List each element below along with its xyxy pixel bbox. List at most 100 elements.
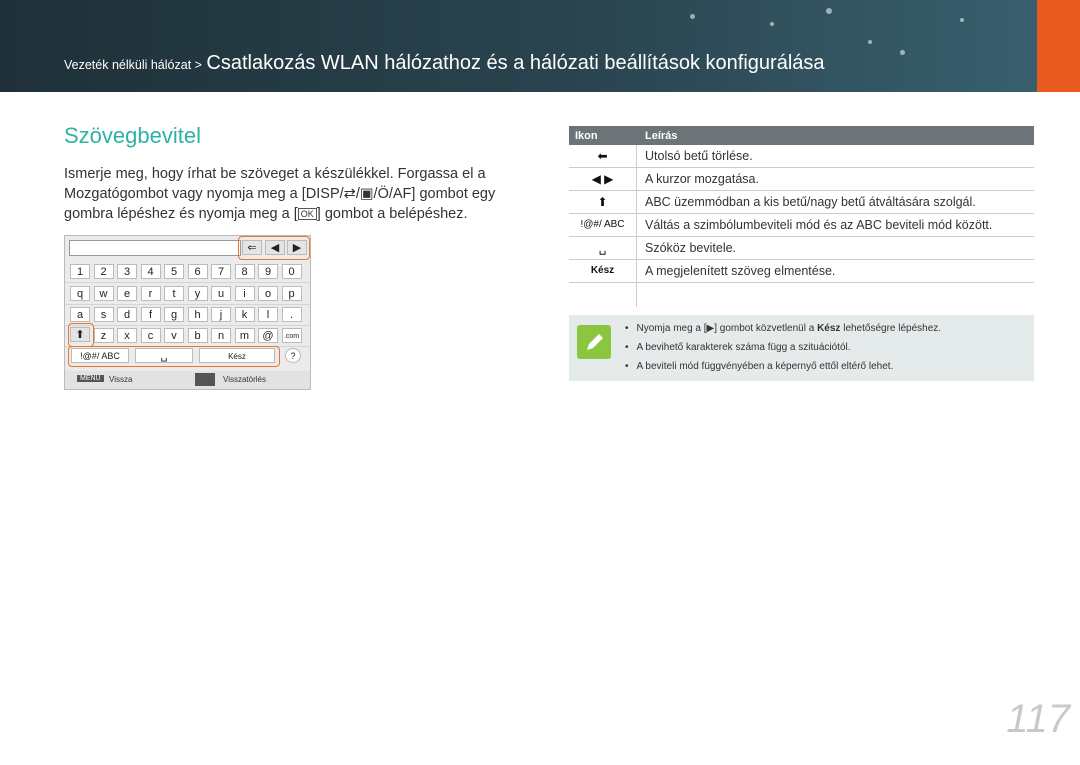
cursor-right-icon: ▶ [287, 240, 307, 255]
keyboard-key: o [258, 286, 278, 301]
keyboard-key: z [93, 328, 114, 343]
keyboard-row-divider [65, 282, 310, 283]
intro-line-2-post: ] gombot egy [411, 186, 496, 202]
keyboard-key: p [281, 286, 302, 301]
note-item: A beviteli mód függvényében a képernyő e… [625, 357, 941, 376]
backspace-icon: ⇐ [242, 240, 262, 255]
pencil-note-icon [577, 325, 611, 359]
page-header: Vezeték nélküli hálózat > Csatlakozás WL… [0, 0, 1080, 92]
keyboard-key: @ [258, 328, 278, 343]
table-description-cell: A kurzor mozgatása. [645, 172, 759, 186]
table-row: ◀ ▶ A kurzor mozgatása. [569, 168, 1034, 191]
column-header-icon: Ikon [575, 130, 598, 142]
text-input-box [69, 240, 241, 256]
table-row: Kész A megjelenített szöveg elmentése. [569, 260, 1034, 283]
keyboard-key: r [140, 286, 161, 301]
space-icon: ␣ [135, 348, 193, 363]
keyboard-key: 6 [187, 264, 208, 279]
keyboard-key: 4 [140, 264, 161, 279]
section-title: Szövegbevitel [64, 123, 201, 148]
keyboard-key: h [187, 307, 208, 322]
decor-dot [826, 8, 832, 14]
keyboard-key: l [258, 307, 278, 322]
keyboard-key: t [164, 286, 184, 301]
keyboard-key: x [117, 328, 137, 343]
keyboard-key: f [140, 307, 161, 322]
shift-icon: ⬆ [70, 327, 90, 342]
done-key: Kész [199, 348, 275, 363]
intro-line-3-post: ] gombot a belépéshez. [316, 206, 468, 222]
keyboard-key: 3 [117, 264, 137, 279]
table-icon-cell: ⬆ [597, 195, 608, 209]
help-icon: ? [285, 348, 301, 363]
keyboard-key: v [164, 328, 184, 343]
keyboard-key: . [281, 307, 302, 322]
note-item: A bevihető karakterek száma függ a szitu… [625, 338, 941, 357]
keyboard-key: 1 [70, 264, 90, 279]
breadcrumb-section: Vezeték nélküli hálózat > [64, 58, 202, 72]
table-row: !@#/ ABC Váltás a szimbólumbeviteli mód é… [569, 214, 1034, 237]
intro-paragraph: Ismerje meg, hogy írhat be szöveget a ké… [64, 164, 524, 224]
keyboard-key: n [211, 328, 231, 343]
table-description-cell: Szóköz bevitele. [645, 241, 737, 255]
keyboard-key: d [117, 307, 137, 322]
keyboard-key: j [211, 307, 231, 322]
column-divider [636, 145, 637, 307]
table-description-cell: Váltás a szimbólumbeviteli mód és az ABC… [645, 218, 993, 232]
keyboard-key: w [93, 286, 114, 301]
table-icon-cell: Kész [590, 265, 615, 276]
table-icon-cell: !@#/ ABC [580, 219, 625, 230]
breadcrumb-title: Csatlakozás WLAN hálózathoz és a hálózat… [206, 52, 825, 74]
note-text: lehetőségre lépéshez. [840, 323, 942, 334]
keyboard-key: c [140, 328, 161, 343]
keyboard-key: 9 [258, 264, 278, 279]
note-box: Nyomja meg a [▶] gombot közvetlenül a Ké… [569, 315, 1034, 381]
keyboard-key: 7 [211, 264, 231, 279]
keyboard-screen: ⇐ ◀ ▶ 1234567890 qwertyuiop asdfghjkl. zxcv… [64, 235, 311, 390]
keyboard-row-divider [65, 325, 310, 326]
back-label: Vissza [109, 375, 133, 384]
keyboard-key: g [164, 307, 184, 322]
intro-line-1: Ismerje meg, hogy írhat be szöveget a ké… [64, 166, 486, 182]
table-icon-cell: ⬅ [597, 149, 608, 163]
keyboard-row-divider [65, 304, 310, 305]
cursor-left-icon: ◀ [265, 240, 285, 255]
column-header-description: Leírás [645, 130, 678, 142]
keyboard-key: q [70, 286, 90, 301]
note-item: Nyomja meg a [▶] gombot közvetlenül a Ké… [625, 319, 942, 338]
decor-dot [770, 22, 774, 26]
table-description-cell: Utolsó betű törlése. [645, 149, 753, 163]
keyboard-key: s [93, 307, 114, 322]
keyboard-key: 0 [281, 264, 302, 279]
table-header: Ikon Leírás [569, 126, 1034, 145]
keyboard-key: e [117, 286, 137, 301]
keyboard-key: 8 [234, 264, 255, 279]
keyboard-key: u [211, 286, 231, 301]
keyboard-key: y [187, 286, 208, 301]
trash-icon [195, 373, 215, 386]
header-accent-bar [1037, 0, 1080, 92]
table-icon-cell: ␣ [598, 241, 607, 255]
table-icon-cell: ◀ ▶ [591, 172, 614, 186]
menu-button-icon: MENU [77, 375, 104, 382]
intro-line-2-pre: Mozgatógombot vagy nyomja meg a [ [64, 186, 306, 202]
note-text: Nyomja meg a [▶] gombot közvetlenül a [636, 323, 818, 334]
backspace-label: Visszatörlés [223, 375, 266, 384]
keyboard-key: 5 [164, 264, 184, 279]
ok-button-icon: OK [297, 208, 317, 221]
intro-line-3-pre: gombra lépéshez és nyomja meg a [ [64, 206, 298, 222]
decor-dot [900, 50, 905, 55]
keyboard-key: a [70, 307, 90, 322]
keyboard-key: 2 [93, 264, 114, 279]
icon-table: Ikon Leírás ⬅ Utolsó betű törlése. ◀ ▶ A ku… [569, 126, 1034, 307]
screen-footer: MENU Vissza Visszatörlés [65, 371, 310, 389]
page-number: 117 [1006, 697, 1070, 741]
keyboard-key: i [234, 286, 255, 301]
keyboard-key: .com [281, 328, 302, 343]
decor-dot [868, 40, 872, 44]
intro-keys: DISP/⇄/▣/Ö/AF [305, 186, 412, 202]
mode-key: !@#/ ABC [71, 348, 129, 363]
breadcrumb: Vezeték nélküli hálózat > Csatlakozás WL… [64, 52, 825, 75]
table-row: ⬅ Utolsó betű törlése. [569, 145, 1034, 168]
keyboard-key: b [187, 328, 208, 343]
